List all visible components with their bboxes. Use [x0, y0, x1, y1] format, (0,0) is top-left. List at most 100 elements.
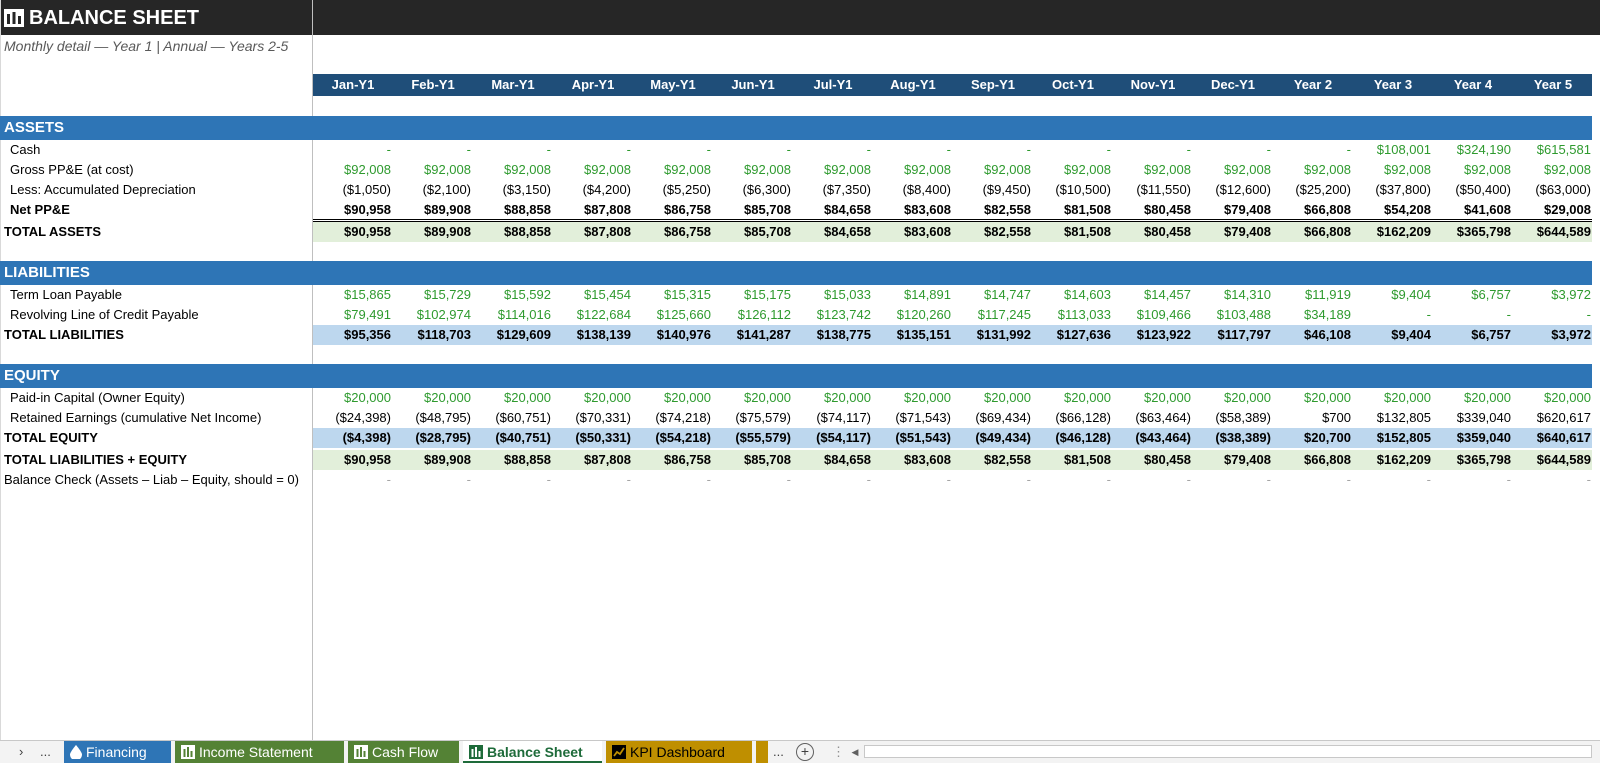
value-cell[interactable]: $141,287 [713, 325, 791, 345]
value-cell[interactable]: $92,008 [873, 160, 951, 180]
horizontal-scrollbar[interactable] [864, 745, 1592, 758]
value-cell[interactable]: ($49,434) [953, 428, 1031, 448]
value-cell[interactable]: $324,190 [1433, 140, 1511, 160]
value-cell[interactable]: ($43,464) [1113, 428, 1191, 448]
value-cell[interactable]: $89,908 [393, 222, 471, 242]
value-cell[interactable]: $87,808 [553, 450, 631, 470]
value-cell[interactable]: $84,658 [793, 200, 871, 220]
value-cell[interactable]: ($46,128) [1033, 428, 1111, 448]
value-cell[interactable]: - [473, 470, 551, 490]
value-cell[interactable]: - [1033, 140, 1111, 160]
value-cell[interactable]: $85,708 [713, 200, 791, 220]
value-cell[interactable]: $80,458 [1113, 222, 1191, 242]
value-cell[interactable]: $118,703 [393, 325, 471, 345]
value-cell[interactable]: $20,000 [793, 388, 871, 408]
tab-partial-hidden[interactable] [756, 741, 768, 763]
value-cell[interactable]: $90,958 [313, 222, 391, 242]
value-cell[interactable]: - [713, 140, 791, 160]
value-cell[interactable]: $81,508 [1033, 200, 1111, 220]
add-sheet-button[interactable]: + [796, 743, 814, 761]
value-cell[interactable]: $20,000 [633, 388, 711, 408]
value-cell[interactable]: $92,008 [793, 160, 871, 180]
value-cell[interactable]: ($4,398) [313, 428, 391, 448]
value-cell[interactable]: $20,000 [953, 388, 1031, 408]
value-cell[interactable]: - [393, 140, 471, 160]
value-cell[interactable]: ($70,331) [553, 408, 631, 428]
row-label[interactable]: Less: Accumulated Depreciation [10, 180, 196, 200]
value-cell[interactable]: $90,958 [313, 200, 391, 220]
value-cell[interactable]: $80,458 [1113, 450, 1191, 470]
value-cell[interactable]: ($8,400) [873, 180, 951, 200]
value-cell[interactable]: $79,408 [1193, 222, 1271, 242]
value-cell[interactable]: ($24,398) [313, 408, 391, 428]
tab-kpi-dashboard[interactable]: KPI Dashboard [606, 741, 752, 763]
value-cell[interactable]: $117,245 [953, 305, 1031, 325]
row-label[interactable]: TOTAL LIABILITIES [4, 325, 124, 345]
value-cell[interactable]: $20,000 [313, 388, 391, 408]
value-cell[interactable]: $109,466 [1113, 305, 1191, 325]
value-cell[interactable]: $84,658 [793, 222, 871, 242]
value-cell[interactable]: $15,592 [473, 285, 551, 305]
value-cell[interactable]: - [1113, 140, 1191, 160]
value-cell[interactable]: ($54,117) [793, 428, 871, 448]
value-cell[interactable]: $14,603 [1033, 285, 1111, 305]
value-cell[interactable]: $92,008 [713, 160, 791, 180]
value-cell[interactable]: $14,747 [953, 285, 1031, 305]
value-cell[interactable]: - [953, 140, 1031, 160]
value-cell[interactable]: $644,589 [1513, 450, 1591, 470]
value-cell[interactable]: $79,491 [313, 305, 391, 325]
value-cell[interactable]: ($50,400) [1433, 180, 1511, 200]
value-cell[interactable]: $20,000 [1513, 388, 1591, 408]
value-cell[interactable]: $14,310 [1193, 285, 1271, 305]
value-cell[interactable]: $95,356 [313, 325, 391, 345]
value-cell[interactable]: $92,008 [633, 160, 711, 180]
value-cell[interactable]: - [873, 470, 951, 490]
value-cell[interactable]: $102,974 [393, 305, 471, 325]
value-cell[interactable]: $29,008 [1513, 200, 1591, 220]
scroll-left-icon[interactable]: ◀ [849, 744, 861, 760]
value-cell[interactable]: - [1433, 470, 1511, 490]
value-cell[interactable]: $92,008 [1193, 160, 1271, 180]
value-cell[interactable]: $162,209 [1353, 222, 1431, 242]
value-cell[interactable]: ($54,218) [633, 428, 711, 448]
value-cell[interactable]: $82,558 [953, 222, 1031, 242]
value-cell[interactable]: $140,976 [633, 325, 711, 345]
value-cell[interactable]: $15,454 [553, 285, 631, 305]
value-cell[interactable]: $92,008 [313, 160, 391, 180]
value-cell[interactable]: $640,617 [1513, 428, 1591, 448]
tab-overflow-right[interactable]: ... [773, 741, 784, 763]
value-cell[interactable]: $83,608 [873, 200, 951, 220]
value-cell[interactable]: ($38,389) [1193, 428, 1271, 448]
value-cell[interactable]: - [1513, 305, 1591, 325]
value-cell[interactable]: $83,608 [873, 222, 951, 242]
row-label[interactable]: Retained Earnings (cumulative Net Income… [10, 408, 261, 428]
value-cell[interactable]: $87,808 [553, 222, 631, 242]
value-cell[interactable]: $20,000 [1193, 388, 1271, 408]
value-cell[interactable]: $15,865 [313, 285, 391, 305]
value-cell[interactable]: ($75,579) [713, 408, 791, 428]
value-cell[interactable]: $138,139 [553, 325, 631, 345]
value-cell[interactable]: $339,040 [1433, 408, 1511, 428]
value-cell[interactable]: ($37,800) [1353, 180, 1431, 200]
value-cell[interactable]: $89,908 [393, 450, 471, 470]
value-cell[interactable]: - [633, 470, 711, 490]
tab-income-statement[interactable]: Income Statement [175, 741, 344, 763]
value-cell[interactable]: $88,858 [473, 222, 551, 242]
value-cell[interactable]: $20,000 [473, 388, 551, 408]
value-cell[interactable]: $92,008 [553, 160, 631, 180]
value-cell[interactable]: $89,908 [393, 200, 471, 220]
value-cell[interactable]: $615,581 [1513, 140, 1591, 160]
value-cell[interactable]: - [553, 140, 631, 160]
value-cell[interactable]: $34,189 [1273, 305, 1351, 325]
value-cell[interactable]: $122,684 [553, 305, 631, 325]
value-cell[interactable]: $123,922 [1113, 325, 1191, 345]
row-label[interactable]: TOTAL LIABILITIES + EQUITY [4, 450, 187, 470]
value-cell[interactable]: - [1513, 470, 1591, 490]
row-label[interactable]: Balance Check (Assets – Liab – Equity, s… [4, 470, 299, 490]
tab-scroll-next-icon[interactable]: › [19, 741, 23, 763]
value-cell[interactable]: $103,488 [1193, 305, 1271, 325]
value-cell[interactable]: $6,757 [1433, 285, 1511, 305]
value-cell[interactable]: - [793, 140, 871, 160]
value-cell[interactable]: $82,558 [953, 200, 1031, 220]
value-cell[interactable]: $14,891 [873, 285, 951, 305]
